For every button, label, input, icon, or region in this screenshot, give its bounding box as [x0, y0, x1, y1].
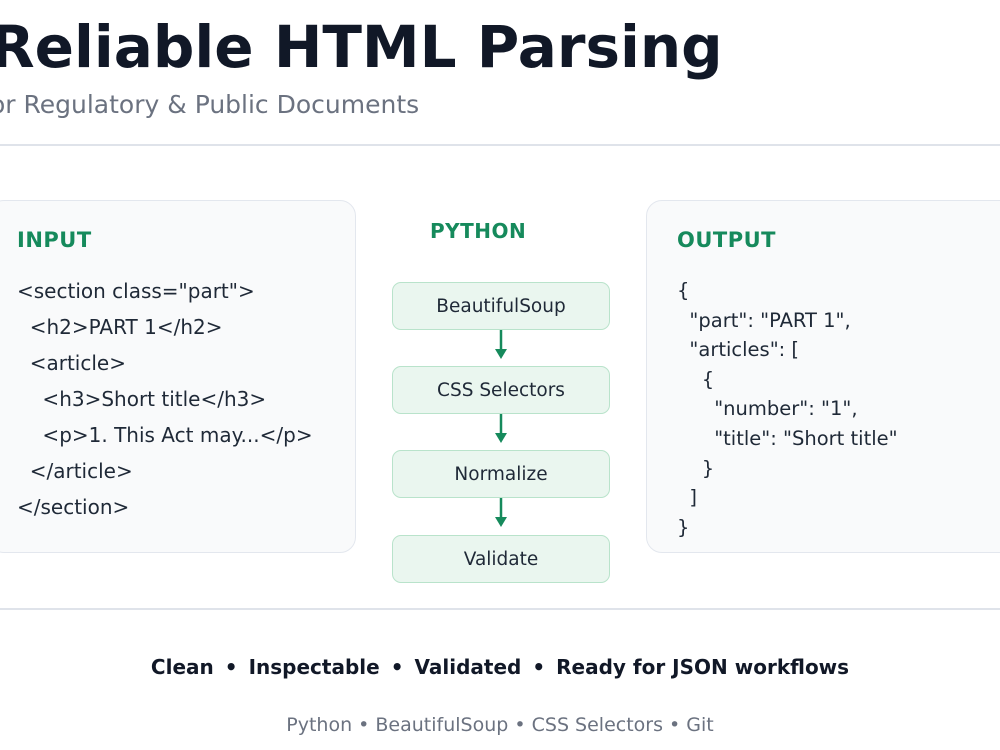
stage-css-selectors: CSS Selectors — [392, 366, 610, 414]
tagline-item: Validated — [414, 655, 522, 679]
down-arrow-icon — [494, 414, 508, 444]
input-code-line: <h3>Short title</h3> — [17, 387, 267, 411]
output-code-line: "title": "Short title" — [677, 426, 898, 450]
stage-normalize: Normalize — [392, 450, 610, 498]
tagline-separator: • — [390, 655, 404, 679]
tagline-item: Inspectable — [248, 655, 380, 679]
output-code-line: } — [677, 456, 715, 480]
input-code-line: </section> — [17, 495, 130, 519]
stage-label: CSS Selectors — [437, 379, 565, 401]
tagline-separator: • — [224, 655, 238, 679]
output-code-line: "articles": [ — [677, 338, 800, 362]
output-code-line: "number": "1", — [677, 397, 858, 421]
tagline: Clean • Inspectable • Validated • Ready for JS… — [0, 655, 1000, 679]
page-subtitle: or Regulatory & Public Documents — [0, 90, 420, 119]
output-code-block: { "part": "PART 1", "articles": [ { "num… — [677, 278, 898, 544]
tagline-item: Clean — [150, 655, 214, 679]
down-arrow-icon — [494, 498, 508, 528]
page-title: Reliable HTML Parsing — [0, 13, 723, 81]
output-heading: OUTPUT — [677, 228, 776, 252]
output-code-line: } — [677, 515, 690, 539]
stage-beautifulsoup: BeautifulSoup — [392, 282, 610, 330]
input-heading: INPUT — [17, 228, 92, 252]
output-code-line: "part": "PART 1", — [677, 308, 851, 332]
output-code-line: ] — [677, 486, 698, 510]
footer-divider — [0, 608, 1000, 610]
input-code-line: </article> — [17, 459, 133, 483]
python-heading: PYTHON — [430, 219, 527, 243]
output-code-line: { — [677, 279, 690, 302]
input-code-block: <section class="part"> <h2>PART 1</h2> <… — [17, 277, 313, 529]
stage-label: Validate — [463, 548, 539, 570]
input-code-line: <h2>PART 1</h2> — [17, 315, 223, 339]
tagline-separator: • — [532, 655, 546, 679]
down-arrow-icon — [494, 330, 508, 360]
output-code-line: { — [677, 367, 715, 391]
tagline-item: Ready for JSON workflows — [556, 655, 850, 679]
header-divider — [0, 144, 1000, 146]
input-code-line: <article> — [17, 351, 126, 375]
input-panel: INPUT <section class="part"> <h2>PART 1<… — [0, 200, 356, 553]
output-panel: OUTPUT { "part": "PART 1", "articles": [… — [646, 200, 1000, 553]
input-code-line: <section class="part"> — [17, 279, 255, 303]
tech-stack: Python • BeautifulSoup • CSS Selectors •… — [286, 714, 714, 736]
stage-label: BeautifulSoup — [436, 295, 566, 317]
stage-validate: Validate — [392, 535, 610, 583]
stage-label: Normalize — [454, 463, 548, 485]
input-code-line: <p>1. This Act may...</p> — [17, 423, 313, 447]
